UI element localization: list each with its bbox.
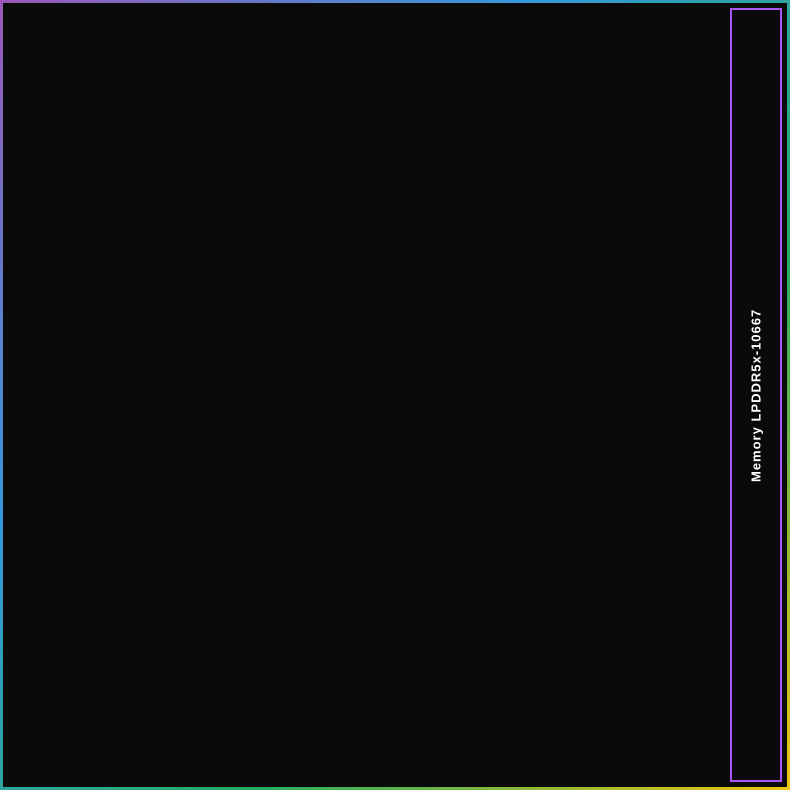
npu-flexible-core: Flexible Core (369, 392, 712, 421)
core-a720-1: Cortex - A720 512KB L2 (284, 48, 460, 98)
cpu-title: CPU (16, 16, 460, 42)
spu1-subtitle: Processing Unit (498, 519, 575, 531)
npu-cores-row: Performance Core Flexible Core (20, 392, 712, 421)
isp-title: ISP (18, 447, 37, 461)
memory-label: Memory LPDDR5x-10667 (749, 308, 764, 481)
spu2-block: Secure Processing Unit (604, 495, 724, 542)
core-a720-3: Cortex - A720 512KB L2 (284, 156, 460, 206)
display-title: Display (234, 447, 273, 461)
gpu-subtitle: Immortalis-G925 (482, 46, 716, 61)
gpu-title: GPU (482, 16, 716, 42)
main-area: CPU Cortex-X925 2MB L2 Cortex-X4 1MB L2 (8, 8, 724, 782)
cpu-block: CPU Cortex-X925 2MB L2 Cortex-X4 1MB L2 (8, 8, 468, 327)
core-a720-4: Cortex - A720 512KB L2 (284, 210, 460, 260)
npu-subtitle: Gen-AI Engine (20, 371, 712, 386)
l3-cache: 12MB L3 Cache (16, 264, 460, 290)
core-x4-2: Cortex-X4 1MB L2 (16, 156, 146, 260)
memory-bar: Memory LPDDR5x-10667 (730, 8, 782, 782)
core-x4-1: Cortex-X4 1MB L2 (150, 48, 280, 152)
video-block: Video (604, 437, 724, 489)
connectivity-title: Connectivity (20, 510, 96, 526)
top-section: CPU Cortex-X925 2MB L2 Cortex-X4 1MB L2 (8, 8, 724, 327)
core-x925: Cortex-X925 2MB L2 (16, 48, 146, 152)
video-title: Video (614, 445, 644, 459)
system-cache: 10MB System Cache (16, 293, 460, 319)
npu-block: NPU 890 Gen-AI Engine Performance Core F… (8, 333, 724, 431)
core-a720-2: Cortex - A720 512KB L2 (284, 102, 460, 152)
cpu-row-bottom: Cortex-X4 1MB L2 Cortex-X4 1MB L2 Cortex… (16, 156, 460, 260)
npu-title: NPU 890 (20, 343, 712, 369)
isp-block: ISP Imagiq 1090 (8, 437, 218, 489)
spu1-title: Secure (498, 504, 533, 516)
cpu-row-top: Cortex-X925 2MB L2 Cortex-X4 1MB L2 Cort… (16, 48, 460, 152)
bottom-row: Connectivity Modem Secure Processing Uni… (8, 495, 724, 542)
core-x4-3: Cortex-X4 1MB L2 (150, 156, 280, 260)
spu2-title: Secure (614, 504, 649, 516)
connectivity-block: Connectivity (8, 495, 193, 542)
modem-block: Modem (199, 495, 482, 542)
spu1-block: Secure Processing Unit (488, 495, 598, 542)
gpu-block: GPU Immortalis-G925 (474, 8, 724, 327)
spu2-subtitle: Processing Unit (614, 519, 691, 531)
cache-section: 12MB L3 Cache 10MB System Cache (16, 264, 460, 319)
display-subtitle: MiraVision 1090 (234, 465, 320, 479)
isp-row: ISP Imagiq 1090 Display MiraVision 1090 … (8, 437, 724, 489)
chip-diagram: CPU Cortex-X925 2MB L2 Cortex-X4 1MB L2 (0, 0, 790, 790)
cpu-core-grid: Cortex-X925 2MB L2 Cortex-X4 1MB L2 Cort… (16, 48, 460, 260)
modem-title: Modem (211, 510, 258, 526)
npu-performance-core: Performance Core (20, 392, 363, 421)
isp-subtitle: Imagiq 1090 (18, 465, 84, 479)
display-block: Display MiraVision 1090 (224, 437, 598, 489)
